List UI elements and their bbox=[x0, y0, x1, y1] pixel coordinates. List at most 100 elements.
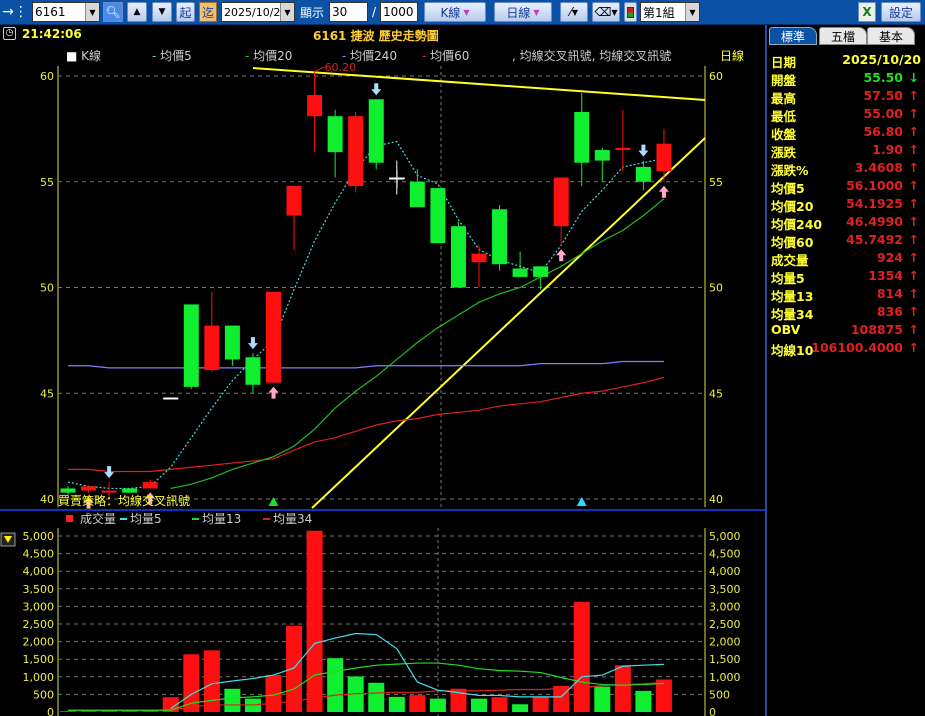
volume-tick-label: 2,500 bbox=[709, 618, 741, 631]
layout-button[interactable] bbox=[624, 2, 637, 22]
ma20-line bbox=[170, 198, 665, 490]
volume-legend-label: 成交量 bbox=[80, 511, 116, 526]
candle-body bbox=[81, 486, 97, 491]
eraser-icon: ⌫ bbox=[594, 5, 612, 19]
quote-value: 924 bbox=[876, 250, 903, 265]
tab-1[interactable]: 五檔 bbox=[819, 27, 867, 45]
settings-button[interactable]: 設定 bbox=[881, 2, 921, 22]
chevron-down-icon[interactable]: ▼ bbox=[685, 3, 699, 21]
buy-arrow-icon bbox=[268, 386, 279, 399]
sell-arrow-icon bbox=[247, 337, 258, 350]
quote-label: 均量5 bbox=[771, 271, 805, 286]
candle bbox=[245, 353, 261, 394]
volume-bar bbox=[594, 686, 611, 712]
candle-body bbox=[122, 488, 138, 493]
candle bbox=[656, 128, 672, 182]
volume-bar bbox=[121, 710, 138, 712]
candle bbox=[409, 169, 425, 208]
price-tick-label: 45 bbox=[40, 387, 54, 400]
display-count-input[interactable]: 30 bbox=[329, 2, 368, 22]
candle-body bbox=[635, 166, 651, 182]
quote-value: 57.50 bbox=[863, 88, 903, 103]
high-marker-leader bbox=[314, 66, 325, 73]
candle bbox=[512, 251, 528, 277]
line-tool-button[interactable]: ⁄ ▼ bbox=[560, 2, 588, 22]
chevron-down-icon: ▼ bbox=[463, 7, 470, 17]
candle bbox=[286, 185, 302, 250]
chevron-down-icon[interactable]: ▼ bbox=[85, 3, 99, 21]
chevron-down-icon[interactable]: ▼ bbox=[280, 3, 294, 21]
quote-value: 45.7492 bbox=[846, 232, 903, 247]
eraser-tool-button[interactable]: ⌫ ▼ bbox=[592, 2, 620, 22]
quote-row: 漲跌 1.90 ↑ bbox=[771, 142, 921, 160]
chevron-down-icon: ▼ bbox=[533, 7, 540, 17]
candle bbox=[183, 304, 199, 390]
display-label: 顯示 bbox=[299, 5, 324, 20]
arrow-up-icon: ↑ bbox=[908, 142, 919, 157]
candle bbox=[348, 111, 364, 193]
search-button[interactable]: 🔍︎ bbox=[103, 2, 123, 22]
period-dropdown[interactable]: 日線 ▼ bbox=[494, 2, 552, 22]
arrow-up-icon: ↑ bbox=[908, 178, 919, 193]
candle-body bbox=[492, 209, 508, 265]
clock-time: 21:42:06 bbox=[22, 27, 82, 41]
volume-bar bbox=[224, 688, 241, 712]
date-select[interactable]: 2025/10/20 ▼ bbox=[221, 2, 295, 22]
down-button[interactable]: ▼ bbox=[152, 2, 172, 22]
arrow-down-icon: ↓ bbox=[908, 70, 919, 85]
price-tick-label: 40 bbox=[709, 493, 723, 506]
symbol-value: 6161 bbox=[35, 5, 66, 19]
total-count-input[interactable]: 1000 bbox=[380, 2, 418, 22]
tab-2[interactable]: 基本 bbox=[867, 27, 915, 45]
candle-body bbox=[327, 116, 343, 153]
candle bbox=[81, 486, 97, 493]
chart-type-dropdown[interactable]: K線 ▼ bbox=[424, 2, 486, 22]
candle-body bbox=[409, 181, 425, 208]
signal-triangle-icon bbox=[576, 497, 587, 506]
candle bbox=[492, 205, 508, 271]
arrow-up-icon: ↑ bbox=[908, 340, 919, 355]
date-value: 2025/10/20 bbox=[224, 5, 288, 19]
candle-body bbox=[307, 95, 323, 117]
end-button[interactable]: 迄 bbox=[199, 2, 217, 22]
quote-label: 均價60 bbox=[771, 235, 814, 250]
quote-row: 均價5 56.1000 ↑ bbox=[771, 178, 921, 196]
quote-value: 836 bbox=[876, 304, 903, 319]
start-button[interactable]: 起 bbox=[176, 2, 195, 22]
volume-tick-label: 2,000 bbox=[709, 636, 741, 649]
candle-body bbox=[615, 147, 631, 150]
candle-body bbox=[204, 325, 220, 370]
volume-tick-label: 4,500 bbox=[23, 548, 55, 561]
volume-bar bbox=[368, 682, 385, 712]
tab-0[interactable]: 標準 bbox=[769, 27, 817, 45]
layout-arrow-icon[interactable]: →⋮ bbox=[2, 2, 28, 22]
arrow-up-icon: ↑ bbox=[908, 268, 919, 283]
candle-body bbox=[266, 291, 281, 383]
volume-tick-label: 5,000 bbox=[23, 530, 55, 543]
volume-tick-label: 2,000 bbox=[23, 636, 55, 649]
quote-row: 開盤 55.50 ↓ bbox=[771, 70, 921, 88]
quote-row: 最低 55.00 ↑ bbox=[771, 106, 921, 124]
volume-legend-label: 均量5 bbox=[130, 512, 162, 526]
quote-row: 最高 57.50 ↑ bbox=[771, 88, 921, 106]
strategy-label: 買賣策略：均線交叉訊號 bbox=[58, 493, 190, 508]
quote-row: 收盤 56.80 ↑ bbox=[771, 124, 921, 142]
symbol-input[interactable]: 6161 ▼ bbox=[32, 2, 100, 22]
signal-triangle-icon bbox=[268, 497, 279, 506]
toolbar: →⋮ 6161 ▼ 🔍︎ ▲ ▼ 起 迄 2025/10/20 ▼ 顯示 30 / … bbox=[0, 0, 925, 25]
arrow-up-icon: ↑ bbox=[908, 214, 919, 229]
arrow-up-icon: ↑ bbox=[908, 250, 919, 265]
quote-row: 日期 2025/10/20 bbox=[771, 52, 921, 70]
chart-canvas[interactable]: 40 40 45 45 50 50 55 55 60 60 0 0 500 500 1,000 1,000 1,… bbox=[0, 60, 765, 716]
arrow-up-icon: ↑ bbox=[908, 106, 919, 121]
quote-value: 106100.4000 bbox=[811, 340, 903, 355]
candle bbox=[553, 177, 569, 246]
group-select[interactable]: 第1組 ▼ bbox=[640, 2, 700, 22]
chart-header: ◷ 21:42:06 6161 捷波 歷史走勢圖 bbox=[0, 25, 765, 45]
volume-bar bbox=[286, 625, 303, 712]
volume-bar bbox=[80, 710, 97, 712]
excel-export-button[interactable]: X bbox=[858, 2, 876, 22]
up-button[interactable]: ▲ bbox=[127, 2, 147, 22]
quote-label: 均量13 bbox=[771, 289, 814, 304]
clock-icon[interactable]: ◷ bbox=[3, 27, 16, 40]
